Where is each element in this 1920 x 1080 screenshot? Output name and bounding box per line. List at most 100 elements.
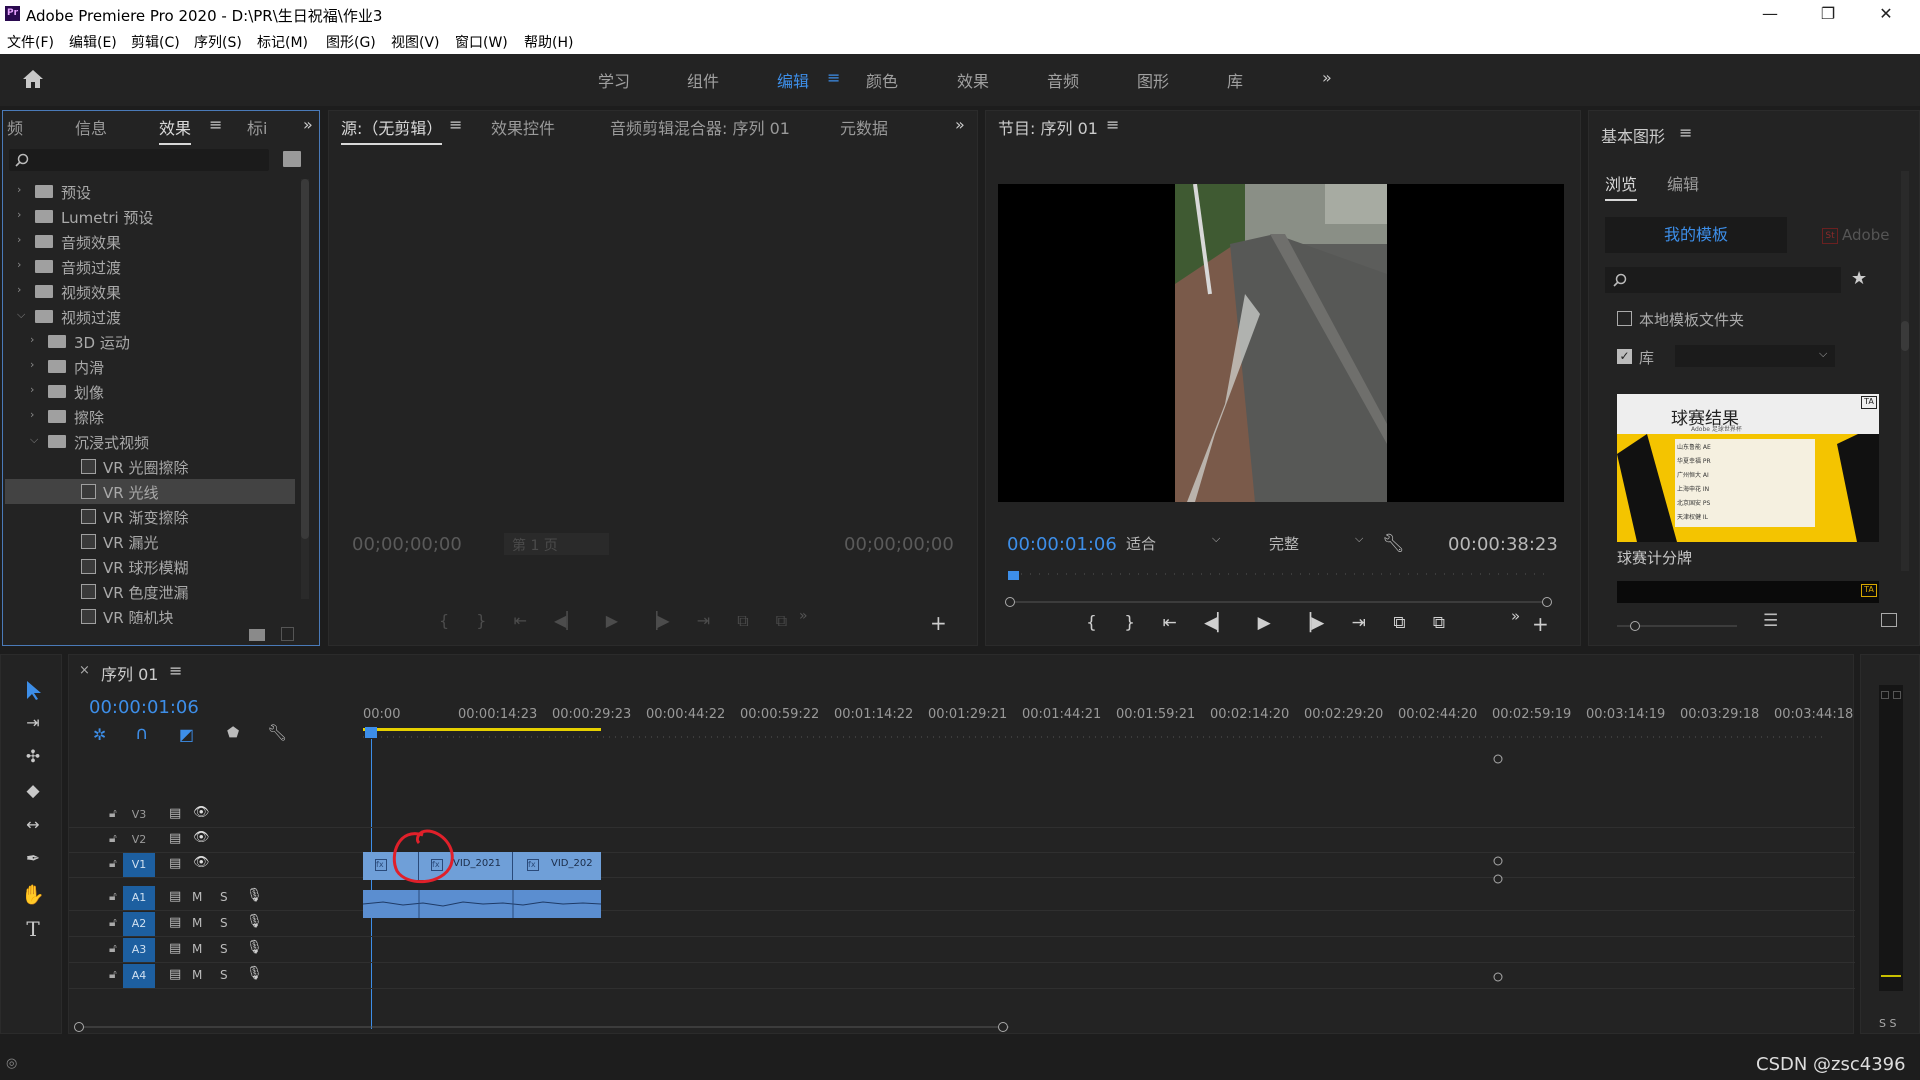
program-title[interactable]: 节目: 序列 01 bbox=[998, 115, 1098, 139]
sync-lock-icon[interactable]: ▤ bbox=[169, 856, 181, 871]
library-checkbox[interactable]: ✓ bbox=[1617, 349, 1632, 364]
workspace-menu-icon[interactable]: ≡ bbox=[827, 68, 840, 87]
microphone-icon[interactable]: 🎙︎ bbox=[246, 966, 263, 981]
star-icon[interactable]: ★ bbox=[1851, 268, 1867, 289]
template-thumbnail-2[interactable]: TA bbox=[1617, 581, 1879, 603]
folder-item[interactable]: ⌵ 视频过渡 bbox=[5, 304, 295, 329]
eg-scrollbar[interactable] bbox=[1901, 171, 1909, 571]
program-add-button[interactable]: + bbox=[1532, 612, 1549, 636]
folder-item[interactable]: › 视频效果 bbox=[5, 279, 295, 304]
my-templates-tab[interactable]: 我的模板 bbox=[1605, 217, 1787, 253]
lock-icon[interactable]: 🔓︎ bbox=[109, 941, 117, 956]
close-button[interactable]: ✕ bbox=[1858, 0, 1914, 28]
work-area-bar[interactable] bbox=[363, 727, 1823, 741]
lock-icon[interactable]: 🔓︎ bbox=[109, 831, 117, 846]
chevron-right-icon[interactable]: › bbox=[30, 408, 34, 421]
solo-button[interactable]: S bbox=[220, 916, 228, 930]
sync-lock-icon[interactable]: ▤ bbox=[169, 967, 181, 982]
menu-view[interactable]: 视图(V) bbox=[391, 32, 440, 52]
wrench-icon[interactable]: 🔧︎ bbox=[1382, 533, 1405, 554]
folder-item[interactable]: › 3D 运动 bbox=[5, 329, 295, 354]
menu-file[interactable]: 文件(F) bbox=[7, 32, 54, 52]
folder-item[interactable]: › 音频过渡 bbox=[5, 254, 295, 279]
new-bin-icon[interactable] bbox=[283, 151, 301, 167]
sync-lock-icon[interactable]: ▤ bbox=[169, 889, 181, 904]
audio-clips[interactable] bbox=[362, 890, 602, 918]
tab-audio-clip-mixer[interactable]: 音频剪辑混合器: 序列 01 bbox=[610, 115, 790, 139]
sequence-tab[interactable]: 序列 01 bbox=[101, 661, 158, 685]
workspace-editing[interactable]: 编辑 bbox=[777, 68, 809, 92]
mute-button[interactable]: M bbox=[192, 968, 202, 982]
tab-media-browser[interactable]: 频 bbox=[7, 115, 23, 139]
chevron-right-icon[interactable]: › bbox=[17, 283, 21, 296]
video-clip[interactable]: fx VID_202 bbox=[513, 852, 601, 880]
track-target-a2[interactable]: A2 bbox=[123, 912, 155, 936]
timeline-vertical-scroll[interactable] bbox=[1493, 751, 1503, 1037]
track-target-v2[interactable]: V2 bbox=[123, 828, 155, 852]
lock-icon[interactable]: 🔓︎ bbox=[109, 856, 117, 871]
folder-item[interactable]: ⌵ 沉浸式视频 bbox=[5, 429, 295, 454]
delete-icon[interactable] bbox=[281, 627, 294, 641]
new-layer-icon[interactable] bbox=[1881, 613, 1897, 627]
source-timecode[interactable]: 00;00;00;00 bbox=[352, 534, 462, 555]
menu-window[interactable]: 窗口(W) bbox=[455, 32, 508, 52]
program-time-ruler[interactable] bbox=[1004, 571, 1554, 589]
eye-icon[interactable]: 👁︎ bbox=[193, 830, 210, 845]
add-marker-icon[interactable]: ⬟ bbox=[227, 725, 239, 741]
track-target-v3[interactable]: V3 bbox=[123, 803, 155, 827]
workspace-color[interactable]: 颜色 bbox=[866, 68, 898, 92]
ripple-edit-tool-icon[interactable]: ✣ bbox=[21, 747, 45, 771]
folder-item[interactable]: › 预设 bbox=[5, 179, 295, 204]
chevron-right-icon[interactable]: › bbox=[17, 258, 21, 271]
lock-icon[interactable]: 🔓︎ bbox=[109, 967, 117, 982]
track-target-a3[interactable]: A3 bbox=[123, 938, 155, 962]
folder-item[interactable]: › 划像 bbox=[5, 379, 295, 404]
timeline-ruler[interactable]: 00:00 00:00:14:23 00:00:29:23 00:00:44:22 00… bbox=[363, 704, 1853, 726]
lock-icon[interactable]: 🔓︎ bbox=[109, 915, 117, 930]
workspace-effects[interactable]: 效果 bbox=[957, 68, 989, 92]
chevron-right-icon[interactable]: › bbox=[30, 358, 34, 371]
solo-button[interactable]: S bbox=[220, 968, 228, 982]
workspace-graphics[interactable]: 图形 bbox=[1137, 68, 1169, 92]
workspace-audio[interactable]: 音频 bbox=[1047, 68, 1079, 92]
mute-button[interactable]: M bbox=[192, 916, 202, 930]
solo-buttons-label[interactable]: S S bbox=[1879, 1017, 1896, 1030]
razor-tool-icon[interactable]: ◆ bbox=[21, 781, 45, 805]
chevron-right-icon[interactable]: › bbox=[17, 233, 21, 246]
tab-markers[interactable]: 标i bbox=[247, 115, 267, 139]
effects-scrollbar[interactable] bbox=[301, 179, 309, 599]
effect-item[interactable]: VR 色度泄漏 bbox=[5, 579, 295, 604]
panel-menu-icon[interactable]: ≡ bbox=[209, 115, 222, 134]
adobe-stock-tab[interactable]: Adobe bbox=[1794, 217, 1894, 253]
tab-source[interactable]: 源:（无剪辑） bbox=[341, 115, 443, 145]
folder-item[interactable]: › 内滑 bbox=[5, 354, 295, 379]
microphone-icon[interactable]: 🎙︎ bbox=[246, 914, 263, 929]
solo-button[interactable]: S bbox=[220, 890, 228, 904]
mute-button[interactable]: M bbox=[192, 942, 202, 956]
chevron-right-icon[interactable]: › bbox=[30, 383, 34, 396]
timeline-settings-icon[interactable]: 🔧︎ bbox=[267, 723, 287, 742]
menu-edit[interactable]: 编辑(E) bbox=[69, 32, 117, 52]
sync-lock-icon[interactable]: ▤ bbox=[169, 806, 181, 821]
menu-graphics[interactable]: 图形(G) bbox=[326, 32, 376, 52]
new-folder-icon[interactable] bbox=[249, 629, 265, 641]
effect-item[interactable]: VR 光圈擦除 bbox=[5, 454, 295, 479]
menu-clip[interactable]: 剪辑(C) bbox=[131, 32, 180, 52]
hand-tool-icon[interactable]: ✋ bbox=[21, 883, 45, 907]
effect-item[interactable]: VR 随机块 bbox=[5, 604, 295, 624]
folder-item[interactable]: › Lumetri 预设 bbox=[5, 204, 295, 229]
effect-item[interactable]: VR 渐变擦除 bbox=[5, 504, 295, 529]
overflow-icon[interactable]: » bbox=[955, 115, 965, 134]
track-target-a1[interactable]: A1 bbox=[123, 886, 155, 910]
source-button-editor-icon[interactable]: » bbox=[799, 608, 808, 624]
template-thumbnail[interactable]: 球赛结果 Adobe 足球世界杯 山东鲁能 AE 华夏幸福 PR 广州恒大 AI… bbox=[1617, 394, 1879, 542]
minimize-button[interactable]: — bbox=[1742, 0, 1798, 28]
templates-search-input[interactable] bbox=[1605, 267, 1841, 293]
mute-button[interactable]: M bbox=[192, 890, 202, 904]
program-monitor[interactable] bbox=[998, 184, 1564, 502]
linked-selection-icon[interactable]: ◩ bbox=[179, 725, 194, 744]
home-icon[interactable] bbox=[22, 69, 44, 89]
microphone-icon[interactable]: 🎙︎ bbox=[246, 940, 263, 955]
effect-item[interactable]: VR 光线 bbox=[5, 479, 295, 504]
tab-info[interactable]: 信息 bbox=[75, 115, 107, 139]
